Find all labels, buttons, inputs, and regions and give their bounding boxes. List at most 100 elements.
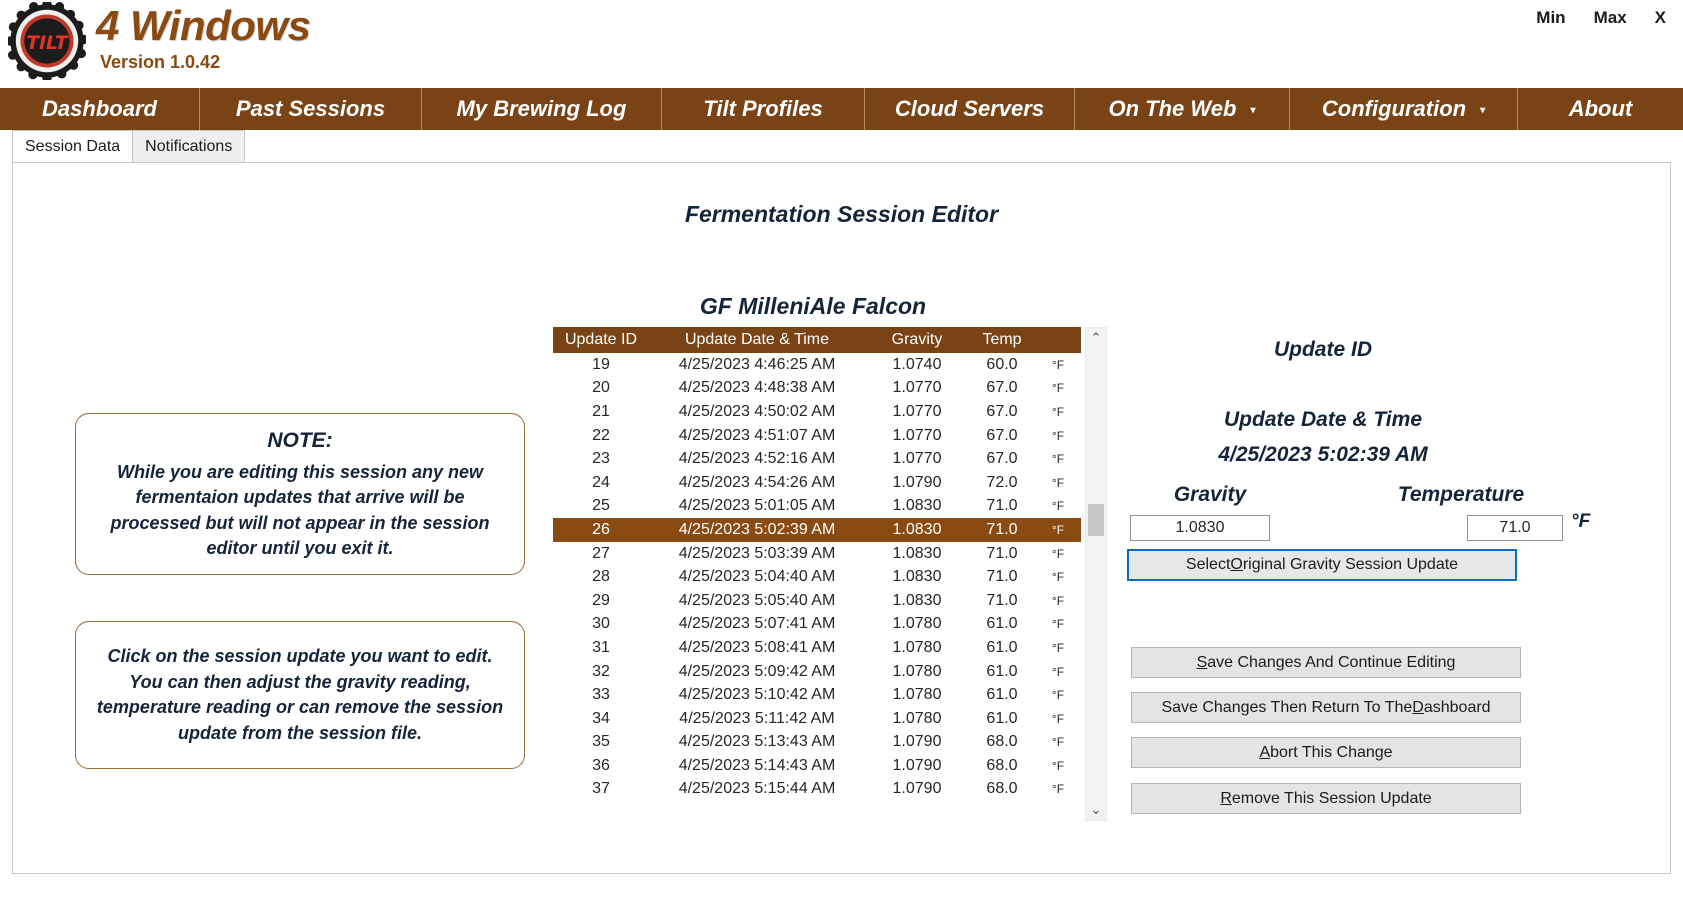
gravity-input[interactable] xyxy=(1130,515,1270,541)
label-temperature: Temperature xyxy=(1397,483,1525,506)
column-header-datetime[interactable]: Update Date & Time xyxy=(649,331,865,349)
column-header-gravity[interactable]: Gravity xyxy=(865,331,969,349)
table-row[interactable]: 20 4/25/2023 4:48:38 AM 1.0770 67.0 °F xyxy=(553,377,1081,401)
cell-gravity: 1.0790 xyxy=(892,733,942,751)
cell-temp: 67.0 xyxy=(986,426,1018,444)
cell-update-id: 29 xyxy=(592,591,610,609)
table-row[interactable]: 34 4/25/2023 5:11:42 AM 1.0780 61.0 °F xyxy=(553,707,1081,731)
table-row[interactable]: 28 4/25/2023 5:04:40 AM 1.0830 71.0 °F xyxy=(553,565,1081,589)
cell-gravity: 1.0790 xyxy=(892,756,942,774)
table-row[interactable]: 26 4/25/2023 5:02:39 AM 1.0830 71.0 °F xyxy=(553,518,1081,542)
minimize-button[interactable]: Min xyxy=(1533,6,1568,30)
temperature-input[interactable] xyxy=(1467,515,1563,541)
column-header-update-id[interactable]: Update ID xyxy=(553,331,649,349)
cell-update-id: 22 xyxy=(592,426,610,444)
save-changes-return-dashboard-button[interactable]: Save Changes Then Return To The Dashboar… xyxy=(1131,692,1521,723)
scroll-down-icon[interactable]: ⌄ xyxy=(1086,800,1106,820)
menu-item-about[interactable]: About xyxy=(1518,88,1683,130)
cell-update-id: 36 xyxy=(592,756,610,774)
title-bar: TILT 4 Windows Version 1.0.42 Min Max X xyxy=(0,0,1683,88)
cell-temp: 71.0 xyxy=(986,568,1018,586)
scrollbar-thumb[interactable] xyxy=(1088,504,1104,536)
maximize-button[interactable]: Max xyxy=(1591,6,1630,30)
cell-datetime: 4/25/2023 5:02:39 AM xyxy=(678,520,836,538)
note-usage-hint: Click on the session update you want to … xyxy=(75,621,525,770)
cell-unit: °F xyxy=(1051,570,1065,585)
cell-update-id: 30 xyxy=(592,615,610,633)
close-button[interactable]: X xyxy=(1652,6,1669,30)
table-row[interactable]: 36 4/25/2023 5:14:43 AM 1.0790 68.0 °F xyxy=(553,754,1081,778)
menu-label: Dashboard xyxy=(42,96,157,121)
cell-temp: 68.0 xyxy=(986,780,1018,798)
table-row[interactable]: 24 4/25/2023 4:54:26 AM 1.0790 72.0 °F xyxy=(553,471,1081,495)
table-row[interactable]: 21 4/25/2023 4:50:02 AM 1.0770 67.0 °F xyxy=(553,400,1081,424)
cell-unit: °F xyxy=(1051,640,1065,655)
menu-item-dashboard[interactable]: Dashboard xyxy=(0,88,200,130)
table-row[interactable]: 27 4/25/2023 5:03:39 AM 1.0830 71.0 °F xyxy=(553,542,1081,566)
select-original-gravity-button[interactable]: Select Original Gravity Session Update xyxy=(1127,549,1517,581)
menu-label: Past Sessions xyxy=(235,96,386,121)
value-update-datetime: 4/25/2023 5:02:39 AM xyxy=(1218,443,1428,466)
table-row[interactable]: 32 4/25/2023 5:09:42 AM 1.0780 61.0 °F xyxy=(553,660,1081,684)
grid-vertical-scrollbar[interactable]: ⌃ ⌄ xyxy=(1085,327,1107,821)
cell-unit: °F xyxy=(1051,688,1065,703)
table-row[interactable]: 22 4/25/2023 4:51:07 AM 1.0770 67.0 °F xyxy=(553,424,1081,448)
cell-unit: °F xyxy=(1051,404,1065,419)
cell-temp: 72.0 xyxy=(986,473,1018,491)
cell-update-id: 26 xyxy=(592,520,610,538)
abort-change-button[interactable]: Abort This Change xyxy=(1131,737,1521,768)
cell-update-id: 27 xyxy=(592,544,610,562)
table-row[interactable]: 25 4/25/2023 5:01:05 AM 1.0830 71.0 °F xyxy=(553,495,1081,519)
table-row[interactable]: 29 4/25/2023 5:05:40 AM 1.0830 71.0 °F xyxy=(553,589,1081,613)
table-row[interactable]: 37 4/25/2023 5:15:44 AM 1.0790 68.0 °F xyxy=(553,778,1081,802)
cell-temp: 71.0 xyxy=(986,497,1018,515)
tab-notifications[interactable]: Notifications xyxy=(133,130,246,162)
scroll-up-icon[interactable]: ⌃ xyxy=(1086,328,1106,348)
table-row[interactable]: 30 4/25/2023 5:07:41 AM 1.0780 61.0 °F xyxy=(553,613,1081,637)
tab-session-data[interactable]: Session Data xyxy=(12,130,134,162)
cell-gravity: 1.0770 xyxy=(892,450,942,468)
menu-item-on-the-web[interactable]: On The Web ▾ xyxy=(1075,88,1290,130)
save-changes-continue-button[interactable]: Save Changes And Continue Editing xyxy=(1131,647,1521,678)
cell-datetime: 4/25/2023 4:48:38 AM xyxy=(678,379,836,397)
table-row[interactable]: 33 4/25/2023 5:10:42 AM 1.0780 61.0 °F xyxy=(553,683,1081,707)
cell-temp: 67.0 xyxy=(986,450,1018,468)
menu-label: My Brewing Log xyxy=(456,96,627,121)
tab-strip: Session Data Notifications xyxy=(0,130,1683,162)
cell-unit: °F xyxy=(1051,735,1065,750)
cell-unit: °F xyxy=(1051,758,1065,773)
table-row[interactable]: 31 4/25/2023 5:08:41 AM 1.0780 61.0 °F xyxy=(553,636,1081,660)
grid-header-row: Update ID Update Date & Time Gravity Tem… xyxy=(553,327,1081,353)
cell-datetime: 4/25/2023 5:08:41 AM xyxy=(678,638,836,656)
cell-update-id: 21 xyxy=(592,402,610,420)
cell-gravity: 1.0740 xyxy=(892,355,942,373)
cell-unit: °F xyxy=(1051,593,1065,608)
btn-accel-key: S xyxy=(1196,653,1208,671)
app-title: 4 Windows xyxy=(96,2,311,49)
cell-temp: 68.0 xyxy=(986,756,1018,774)
btn-text-prefix: Save Changes Then Return To The xyxy=(1161,698,1413,716)
cell-gravity: 1.0830 xyxy=(892,520,942,538)
cell-gravity: 1.0790 xyxy=(892,780,942,798)
table-row[interactable]: 35 4/25/2023 5:13:43 AM 1.0790 68.0 °F xyxy=(553,731,1081,755)
menu-label: Tilt Profiles xyxy=(703,96,823,121)
menu-item-tilt-profiles[interactable]: Tilt Profiles xyxy=(662,88,865,130)
menu-item-my-brewing-log[interactable]: My Brewing Log xyxy=(422,88,662,130)
note-body: While you are editing this session any n… xyxy=(110,461,490,559)
cell-unit: °F xyxy=(1051,357,1065,372)
cell-gravity: 1.0780 xyxy=(892,615,942,633)
cell-update-id: 19 xyxy=(592,355,610,373)
remove-session-update-button[interactable]: Remove This Session Update xyxy=(1131,783,1521,814)
menu-item-past-sessions[interactable]: Past Sessions xyxy=(200,88,422,130)
cell-gravity: 1.0830 xyxy=(892,544,942,562)
menu-item-configuration[interactable]: Configuration ▾ xyxy=(1290,88,1518,130)
table-row[interactable]: 23 4/25/2023 4:52:16 AM 1.0770 67.0 °F xyxy=(553,447,1081,471)
cell-datetime: 4/25/2023 5:01:05 AM xyxy=(678,497,836,515)
btn-text-suffix: ave Changes And Continue Editing xyxy=(1207,653,1456,671)
btn-text-suffix: bort This Change xyxy=(1270,743,1393,761)
table-row[interactable]: 19 4/25/2023 4:46:25 AM 1.0740 60.0 °F xyxy=(553,353,1081,377)
cell-update-id: 20 xyxy=(592,379,610,397)
menu-item-cloud-servers[interactable]: Cloud Servers xyxy=(865,88,1075,130)
chevron-down-icon: ▾ xyxy=(1480,104,1486,116)
column-header-temp[interactable]: Temp xyxy=(969,331,1035,349)
